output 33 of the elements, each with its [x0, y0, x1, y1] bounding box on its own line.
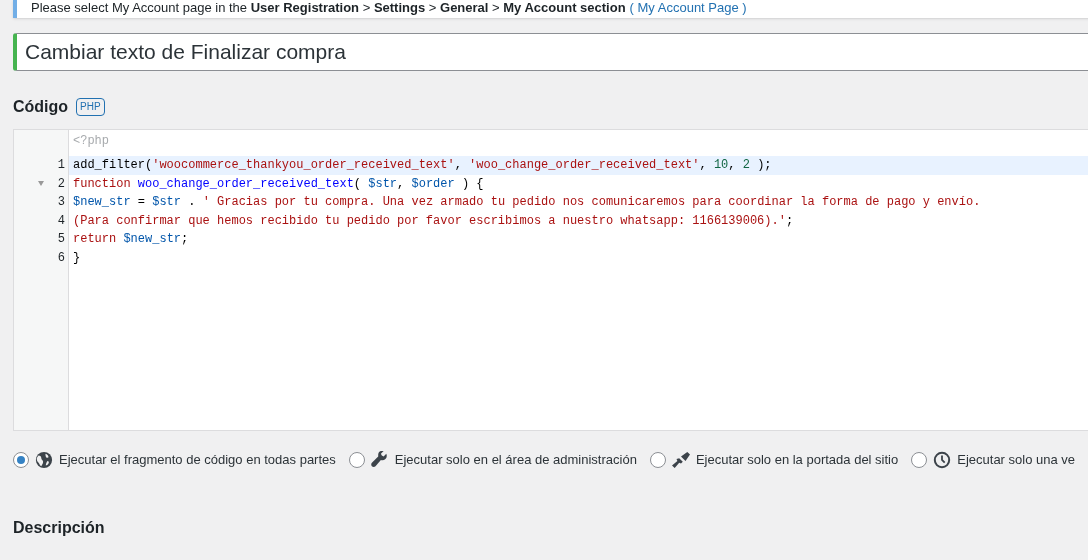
option-label[interactable]: Ejecutar solo en el área de administración — [394, 450, 637, 470]
radio-button[interactable] — [911, 452, 928, 468]
code-line: function woo_change_order_received_text( $str, $order ) { — [73, 175, 484, 193]
line-number: 4 — [57, 212, 65, 230]
radio-button[interactable] — [13, 452, 29, 468]
option-label[interactable]: Ejecutar solo una ve — [957, 450, 1076, 470]
line-number: 6 — [57, 249, 65, 267]
section-heading: Descripción — [13, 518, 105, 538]
wrench-icon — [370, 451, 389, 469]
line-number: 3 — [57, 194, 65, 212]
option-label[interactable]: Ejecutar solo en la portada del sitio — [695, 450, 899, 470]
radio-button[interactable] — [348, 452, 365, 468]
code-line: (Para confirmar que hemos recibido tu pedido por favor escribimos a nuestro whatsapp: 1166139006).'; — [73, 212, 794, 230]
account-page-link[interactable]: ( My Account Page ) — [629, 0, 747, 16]
brush-icon — [671, 451, 690, 469]
clock-icon — [933, 451, 952, 469]
php-open-tag: <?php — [69, 130, 1088, 156]
line-number: 5 — [57, 231, 65, 249]
notice-text: Please select My Account page in the User Registration > Settings > General > My Account section — [31, 0, 626, 16]
code-line: $new_str = $str . ' Gracias por tu compra. Una vez armado tu pedido nos comunicaremos para coordinar la forma de pago y envío. — [73, 194, 981, 212]
line-number: 1 — [57, 157, 65, 175]
section-heading: Código — [13, 97, 69, 117]
radio-button[interactable] — [649, 452, 666, 468]
fold-icon[interactable] — [37, 181, 44, 187]
code-line: return $new_str; — [73, 231, 189, 249]
globe-icon — [35, 451, 53, 469]
title-field[interactable]: Cambiar texto de Finalizar compra — [13, 33, 1088, 71]
line-number: 2 — [57, 175, 65, 193]
code-line: } — [73, 249, 81, 267]
option-label[interactable]: Ejecutar el fragmento de código en todas partes — [59, 450, 336, 470]
code-line: add_filter('woocommerce_thankyou_order_received_text', 'woo_change_order_received_text', 10, 2 ); — [73, 157, 772, 175]
code-editor[interactable] — [13, 129, 1088, 431]
language-badge: PHP — [76, 98, 105, 116]
